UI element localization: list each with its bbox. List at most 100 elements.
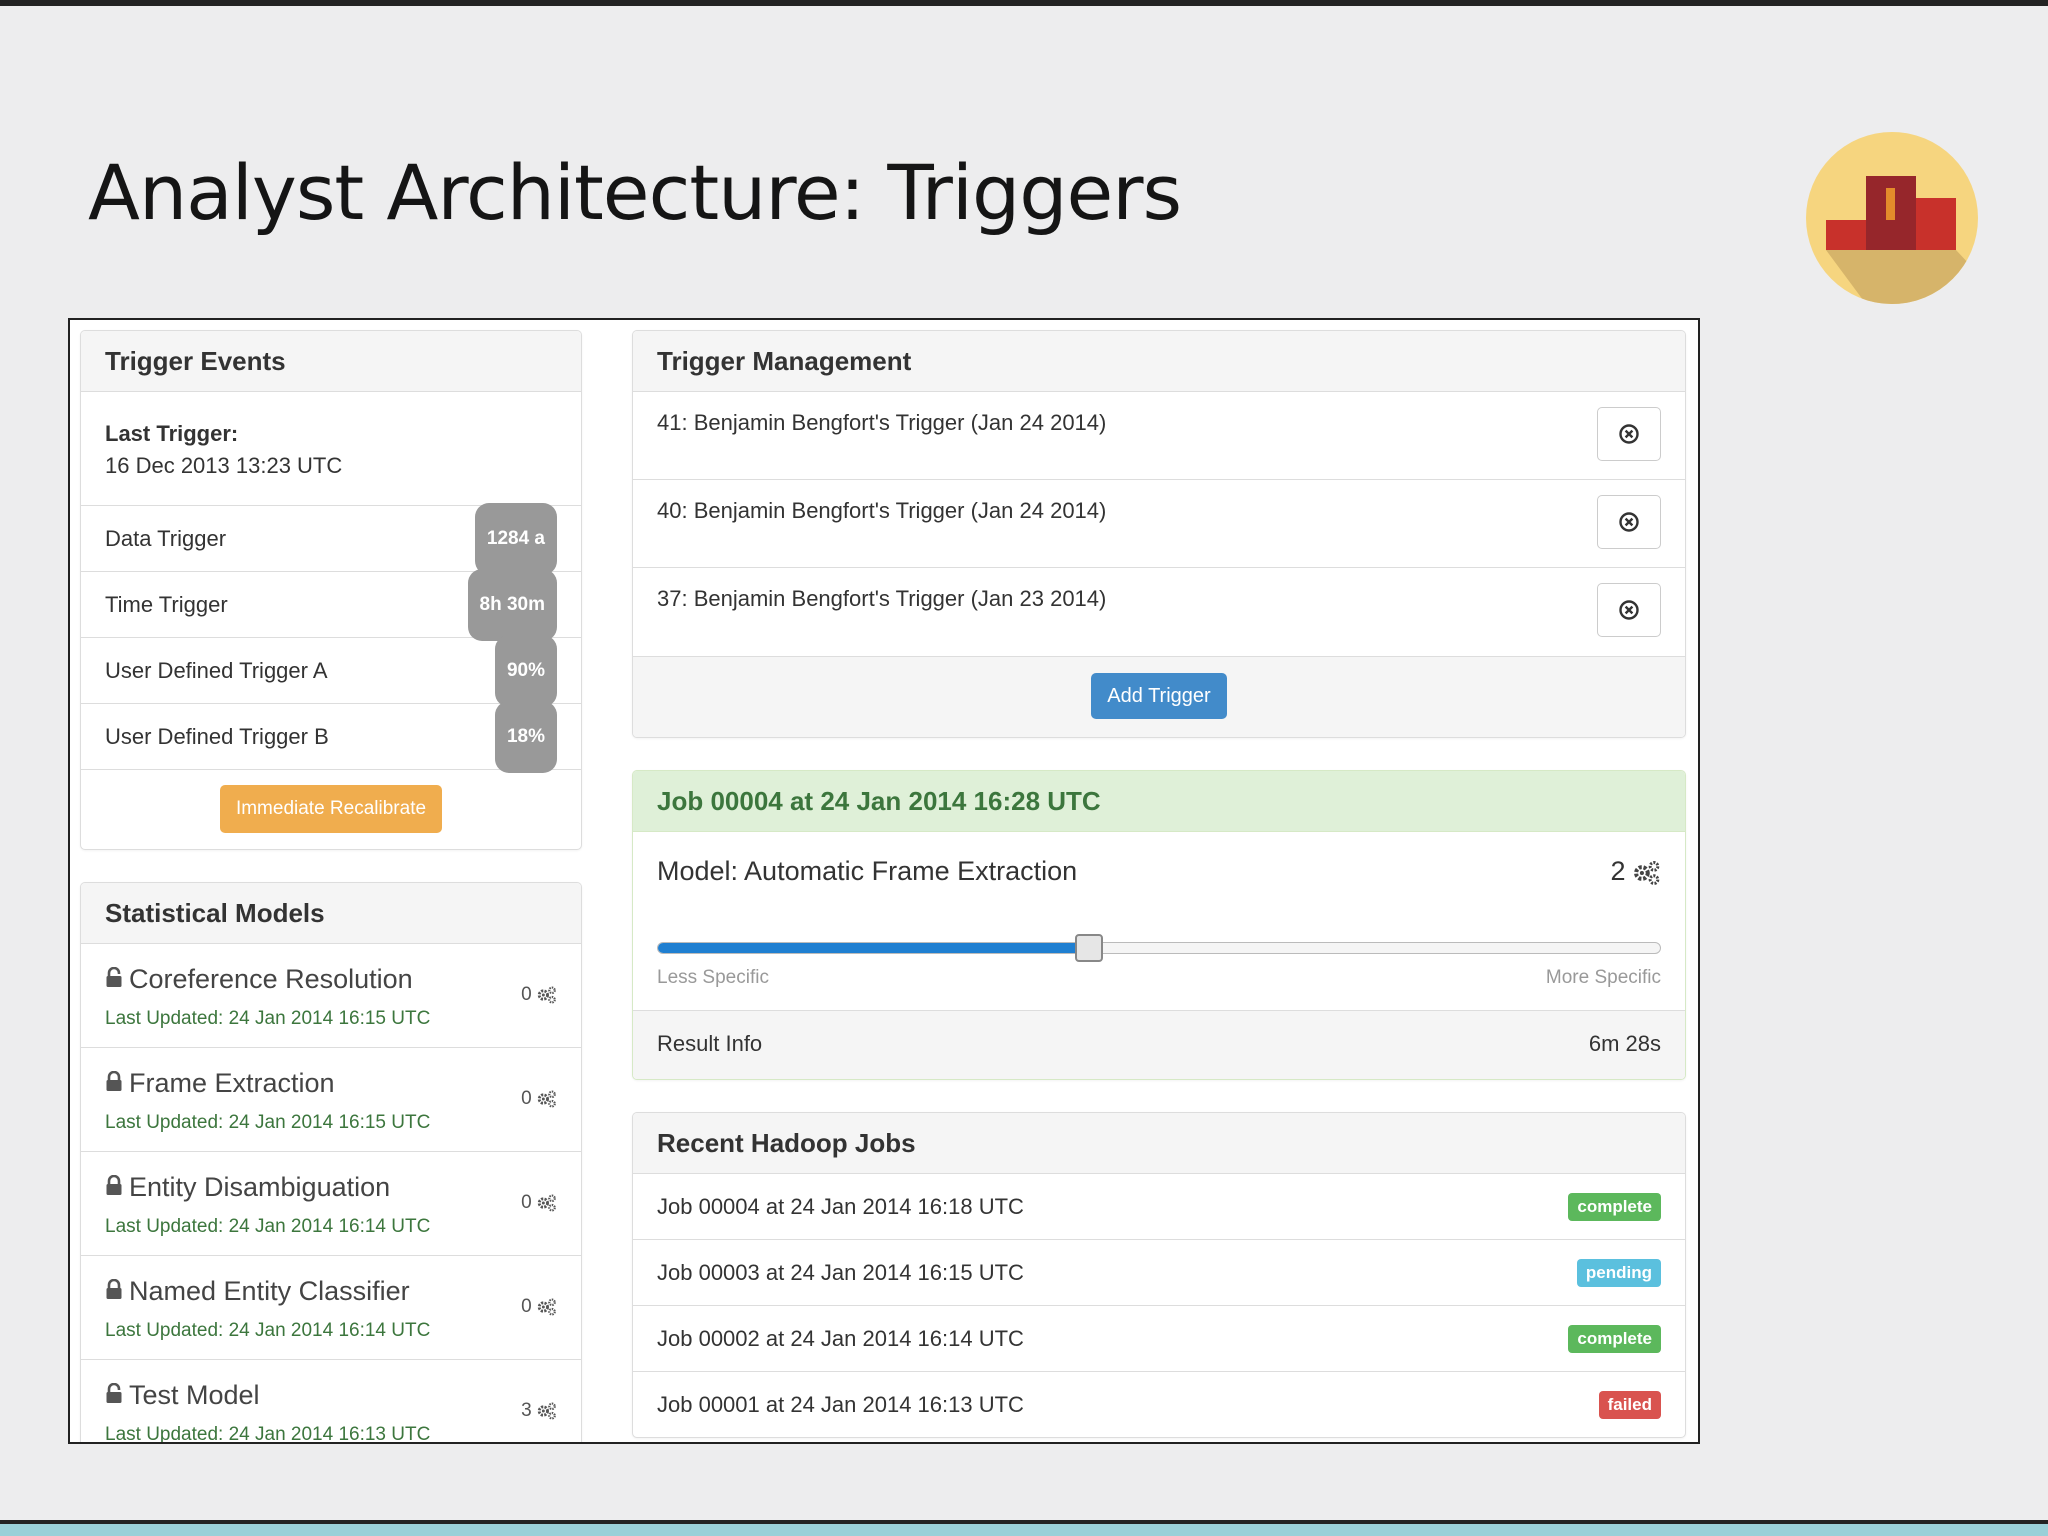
status-badge: pending [1576,1258,1661,1287]
model-name-line: Coreference Resolution [105,964,413,995]
job-model-label: Model: Automatic Frame Extraction [657,856,1078,886]
model-name: Frame Extraction [129,1068,335,1098]
bottom-border [0,1520,2048,1536]
gears-icon [1633,859,1661,887]
remove-trigger-button[interactable] [1597,407,1661,461]
trigger-label: User Defined Trigger A [105,658,328,683]
model-updated: Last Updated: 24 Jan 2014 16:14 UTC [105,1216,431,1237]
last-trigger-value: 16 Dec 2013 13:23 UTC [105,453,343,478]
model-name: Named Entity Classifier [129,1276,410,1306]
statistical-models-panel: Statistical Models Coreference Resolutio… [80,882,582,1444]
gears-icon [537,1090,557,1108]
trigger-badge: 1284 a [474,502,557,575]
model-row: Coreference Resolution Last Updated: 24 J… [81,944,581,1048]
add-trigger-row: Add Trigger [633,656,1685,737]
model-row: Frame Extraction Last Updated: 24 Jan 201… [81,1048,581,1152]
hadoop-job-label: Job 00003 at 24 Jan 2014 16:15 UTC [657,1260,1024,1285]
hadoop-jobs-list: Job 00004 at 24 Jan 2014 16:18 UTC comple… [633,1174,1685,1437]
slider-max-label: More Specific [1545,967,1661,988]
model-updated: Last Updated: 24 Jan 2014 16:15 UTC [105,1112,431,1133]
trigger-management-panel: Trigger Management 41: Benjamin Bengfort… [632,330,1686,738]
trigger-label: Time Trigger [105,592,228,617]
last-trigger-row: Last Trigger: 16 Dec 2013 13:23 UTC [81,392,581,506]
hadoop-jobs-panel: Recent Hadoop Jobs Job 00004 at 24 Jan 2… [632,1112,1686,1438]
padlock-icon[interactable] [105,1382,123,1405]
model-count-value: 0 [521,1296,532,1317]
circle-x-icon [1619,424,1639,444]
remove-trigger-button[interactable] [1597,495,1661,549]
hadoop-job-label: Job 00001 at 24 Jan 2014 16:13 UTC [657,1392,1024,1417]
model-updated: Last Updated: 24 Jan 2014 16:13 UTC [105,1424,431,1444]
trigger-list: 41: Benjamin Bengfort's Trigger (Jan 24 … [633,392,1685,656]
job-model-body: Model: Automatic Frame Extraction 2 Less… [633,832,1685,1011]
model-name: Coreference Resolution [129,964,413,994]
gears-icon [537,1194,557,1212]
circle-x-icon [1619,512,1639,532]
model-updated: Last Updated: 24 Jan 2014 16:15 UTC [105,1008,431,1029]
trigger-events-panel: Trigger Events Last Trigger: 16 Dec 2013… [80,330,582,850]
circle-x-icon [1619,600,1639,620]
hadoop-job-row: Job 00002 at 24 Jan 2014 16:14 UTC comple… [633,1306,1685,1372]
result-info-row: Result Info 6m 28s [633,1011,1685,1079]
hadoop-job-row: Job 00003 at 24 Jan 2014 16:15 UTC pendin… [633,1240,1685,1306]
model-count-value: 0 [521,1088,532,1109]
status-badge: failed [1598,1391,1661,1419]
trigger-management-heading: Trigger Management [633,331,1685,392]
job-panel: Job 00004 at 24 Jan 2014 16:28 UTC Model… [632,770,1686,1080]
model-name-line: Test Model [105,1380,260,1411]
remove-trigger-button[interactable] [1597,583,1661,637]
padlock-icon[interactable] [105,1070,123,1093]
slider-min-label: Less Specific [657,967,769,988]
model-row: Test Model Last Updated: 24 Jan 2014 16:1… [81,1360,581,1444]
model-count: 3 [521,1400,557,1422]
trigger-item-label: 37: Benjamin Bengfort's Trigger (Jan 23 … [657,586,1107,611]
gears-icon [537,986,557,1004]
trigger-events-heading: Trigger Events [81,331,581,392]
slide-title: Analyst Architecture: Triggers [88,148,1182,237]
trigger-item: 41: Benjamin Bengfort's Trigger (Jan 24 … [633,392,1685,480]
status-badge: complete [1568,1324,1661,1353]
model-count: 0 [521,984,557,1006]
gears-icon [537,1402,557,1420]
model-count-value: 0 [521,1192,532,1213]
model-name: Entity Disambiguation [129,1172,391,1202]
hadoop-job-row: Job 00004 at 24 Jan 2014 16:18 UTC comple… [633,1174,1685,1240]
job-heading: Job 00004 at 24 Jan 2014 16:28 UTC [633,771,1685,832]
trigger-item-label: 40: Benjamin Bengfort's Trigger (Jan 24 … [657,498,1107,523]
gears-icon [537,1298,557,1316]
model-row: Named Entity Classifier Last Updated: 24 … [81,1256,581,1360]
job-model-count: 2 [1610,856,1661,887]
result-info-value: 6m 28s [1588,1031,1661,1056]
hadoop-job-label: Job 00002 at 24 Jan 2014 16:14 UTC [657,1326,1024,1351]
job-model-count-value: 2 [1610,856,1626,886]
model-count: 0 [521,1088,557,1110]
padlock-icon[interactable] [105,1174,123,1197]
trigger-row-user-b: User Defined Trigger B 18% [81,700,581,773]
hadoop-jobs-heading: Recent Hadoop Jobs [633,1113,1685,1174]
status-badge: complete [1568,1192,1661,1221]
slider-fill [658,943,1089,953]
trigger-item-label: 41: Benjamin Bengfort's Trigger (Jan 24 … [657,410,1107,435]
model-count-value: 0 [521,984,532,1005]
add-trigger-button[interactable]: Add Trigger [1091,673,1227,719]
hadoop-job-row: Job 00001 at 24 Jan 2014 16:13 UTC failed [633,1372,1685,1437]
trigger-badge: 18% [494,700,557,773]
trigger-label: User Defined Trigger B [105,724,329,749]
trigger-label: Data Trigger [105,526,227,551]
specificity-slider[interactable] [657,934,1661,962]
trigger-item: 37: Benjamin Bengfort's Trigger (Jan 23 … [633,568,1685,656]
model-count: 0 [521,1296,557,1318]
trigger-badge: 90% [494,634,557,707]
model-name-line: Named Entity Classifier [105,1276,410,1307]
slider-handle[interactable] [1074,934,1103,962]
last-trigger-label: Last Trigger: [105,421,239,446]
padlock-icon[interactable] [105,966,123,989]
hadoop-job-label: Job 00004 at 24 Jan 2014 16:18 UTC [657,1194,1024,1219]
statistical-models-heading: Statistical Models [81,883,581,944]
immediate-recalibrate-button[interactable]: Immediate Recalibrate [220,785,442,833]
models-list: Coreference Resolution Last Updated: 24 J… [81,944,581,1444]
padlock-icon[interactable] [105,1278,123,1301]
model-count-value: 3 [521,1400,532,1421]
trigger-row-user-a: User Defined Trigger A 90% [81,634,581,707]
recalibrate-row: Immediate Recalibrate [81,770,581,849]
